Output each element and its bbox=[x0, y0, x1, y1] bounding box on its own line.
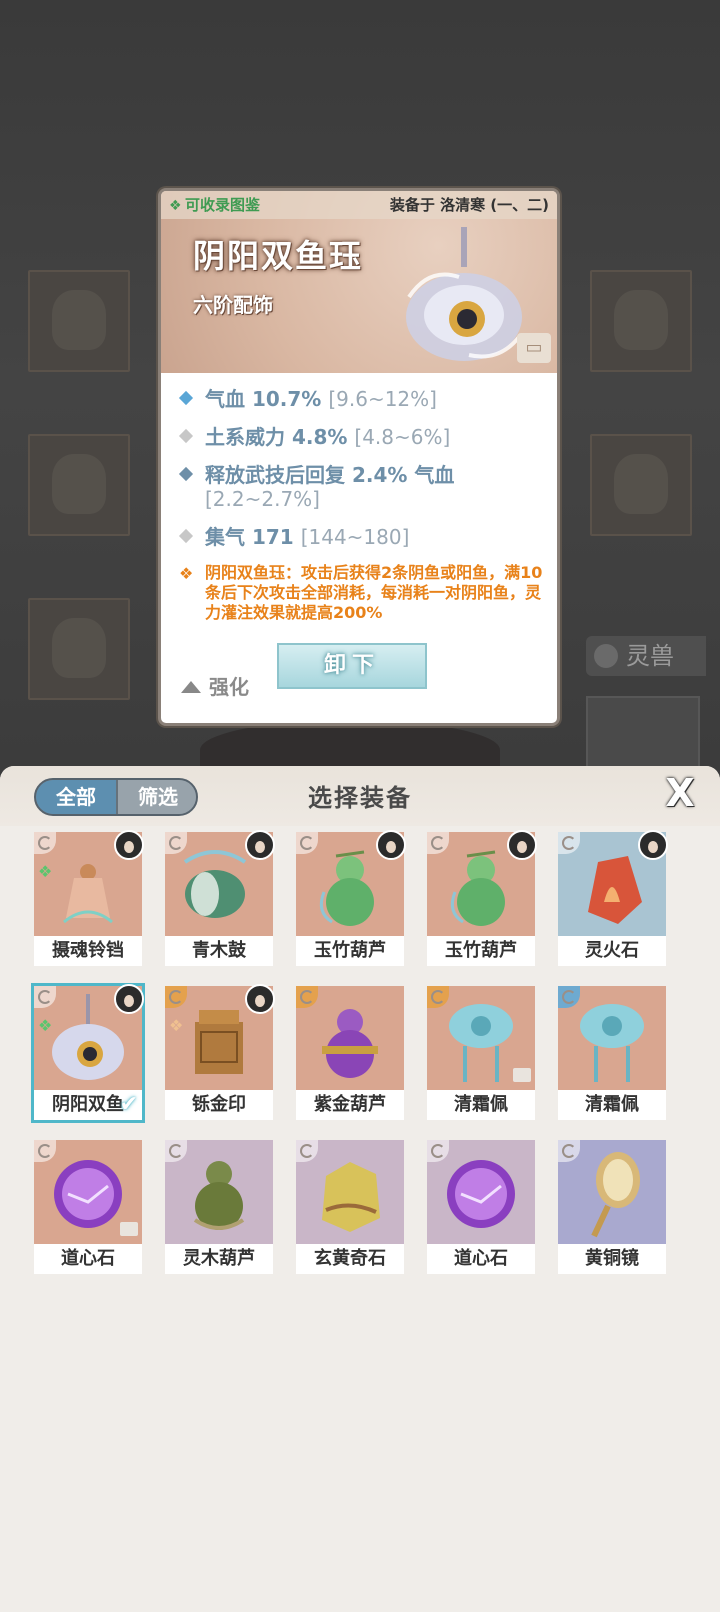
stat-value: 气血 10.7% bbox=[205, 387, 322, 411]
stat-range: [9.6~12%] bbox=[328, 387, 437, 411]
collect-icon: ❖ bbox=[169, 198, 182, 214]
item-detail-card: ❖ 可收录图鉴 装备于 洛清寒 (一、二) 阴阳双鱼珏 六阶配饰 ▭ 气血 10.… bbox=[158, 188, 560, 726]
equipped-character-avatar bbox=[376, 830, 406, 860]
equipped-character-avatar bbox=[638, 830, 668, 860]
select-equipment-panel: 全部 筛选 选择装备 X ❖ 摄魂铃铛 青木鼓 玉竹葫芦 玉竹葫芦 灵火石 ❖ 阴阳双鱼 ✔ ❖ 铄… bbox=[0, 766, 720, 1612]
equipment-item[interactable]: ❖ 阴阳双鱼 ✔ bbox=[31, 983, 145, 1123]
checkmark-icon: ✔ bbox=[119, 1092, 138, 1117]
effect-text: 阴阳双鱼珏：攻击后获得2条阴鱼或阳鱼，满10条后下次攻击全部消耗，每消耗一对阴阳… bbox=[205, 563, 543, 622]
collectible-mark-icon: ❖ bbox=[38, 1016, 53, 1035]
spirit-beast-label: 灵兽 bbox=[626, 642, 674, 670]
equipment-item-name: 清霜佩 bbox=[558, 1090, 666, 1120]
equipment-item-name: 铄金印 bbox=[165, 1090, 273, 1120]
bg-equip-slot-accessory bbox=[590, 270, 692, 372]
collectible-mark-icon: ❖ bbox=[38, 862, 53, 881]
equipped-character-avatar bbox=[507, 830, 537, 860]
equipment-item[interactable]: ❖ 摄魂铃铛 bbox=[34, 830, 144, 966]
stat-value: 集气 171 bbox=[205, 525, 294, 549]
diamond-icon bbox=[178, 466, 194, 482]
equipment-item[interactable]: 灵火石 bbox=[558, 830, 668, 966]
strengthen-button[interactable]: 强化 bbox=[181, 671, 249, 700]
equipment-item[interactable]: 玉竹葫芦 bbox=[427, 830, 537, 966]
stat-value: 释放武技后回复 2.4% 气血 bbox=[205, 463, 455, 487]
lock-icon[interactable]: ▭ bbox=[517, 333, 551, 363]
equipment-item-name: 道心石 bbox=[427, 1244, 535, 1274]
equipment-item-name: 清霜佩 bbox=[427, 1090, 535, 1120]
equipment-item[interactable]: 清霜佩 bbox=[427, 986, 535, 1120]
equipment-item-name: 青木鼓 bbox=[165, 936, 273, 966]
panel-title: 选择装备 bbox=[308, 784, 412, 812]
bg-equip-slot-boots bbox=[28, 598, 130, 700]
equipment-item[interactable]: 玄黄奇石 bbox=[296, 1140, 404, 1274]
equipment-item[interactable]: 黄铜镜 bbox=[558, 1140, 666, 1274]
collectible-label: 可收录图鉴 bbox=[185, 196, 261, 214]
lock-icon bbox=[513, 1068, 531, 1082]
equipment-item-name: 黄铜镜 bbox=[558, 1244, 666, 1274]
equipment-item[interactable]: ❖ 铄金印 bbox=[165, 984, 275, 1120]
close-icon[interactable]: X bbox=[660, 774, 700, 814]
equipment-item-name: 灵木葫芦 bbox=[165, 1244, 273, 1274]
item-grade: 六阶配饰 bbox=[193, 293, 273, 317]
lock-icon bbox=[120, 1222, 138, 1236]
arrow-up-icon bbox=[181, 680, 201, 693]
equipped-character-avatar bbox=[245, 984, 275, 1014]
bg-equip-slot-armor bbox=[28, 434, 130, 536]
equipment-item-name: 紫金葫芦 bbox=[296, 1090, 404, 1120]
equipment-item-name: 玉竹葫芦 bbox=[296, 936, 404, 966]
paw-icon bbox=[594, 644, 618, 668]
item-name: 阴阳双鱼珏 bbox=[193, 237, 364, 275]
item-stats: 气血 10.7% [9.6~12%] 土系威力 4.8% [4.8~6%] 释放… bbox=[178, 387, 551, 623]
equipment-item-name: 灵火石 bbox=[558, 936, 666, 966]
equipment-item-name: 玉竹葫芦 bbox=[427, 936, 535, 966]
collectible-mark-icon: ❖ bbox=[169, 1016, 184, 1035]
equipment-item[interactable]: 道心石 bbox=[34, 1140, 142, 1274]
stat-line: 释放武技后回复 2.4% 气血 [2.2~2.7%] bbox=[178, 463, 551, 511]
equipment-item[interactable]: 道心石 bbox=[427, 1140, 535, 1274]
diamond-icon bbox=[178, 428, 194, 444]
equipped-on-label: 装备于 洛清寒 (一、二) bbox=[389, 196, 549, 214]
strengthen-label: 强化 bbox=[209, 675, 249, 699]
diamond-icon bbox=[178, 528, 194, 544]
unequip-button[interactable]: 卸下 bbox=[277, 643, 427, 689]
stat-range: [144~180] bbox=[300, 525, 410, 549]
stat-range: [2.2~2.7%] bbox=[205, 487, 320, 511]
special-effect: ❖ 阴阳双鱼珏：攻击后获得2条阴鱼或阳鱼，满10条后下次攻击全部消耗，每消耗一对阴… bbox=[179, 563, 551, 623]
diamond-icon bbox=[178, 390, 194, 406]
effect-icon: ❖ bbox=[179, 564, 194, 583]
spirit-beast-tab: 灵兽 bbox=[586, 636, 706, 676]
bg-equip-slot-seal bbox=[590, 434, 692, 536]
equipment-item-name: 玄黄奇石 bbox=[296, 1244, 404, 1274]
stat-line: 气血 10.7% [9.6~12%] bbox=[178, 387, 551, 411]
equipment-item-name: 摄魂铃铛 bbox=[34, 936, 142, 966]
equipment-item[interactable]: 清霜佩 bbox=[558, 986, 666, 1120]
stat-line: 土系威力 4.8% [4.8~6%] bbox=[178, 425, 551, 449]
equipped-character-avatar bbox=[114, 984, 144, 1014]
equipment-item-name: 道心石 bbox=[34, 1244, 142, 1274]
bg-equip-slot-weapon bbox=[28, 270, 130, 372]
item-detail-header: ❖ 可收录图鉴 装备于 洛清寒 (一、二) 阴阳双鱼珏 六阶配饰 ▭ bbox=[161, 191, 557, 373]
stat-range: [4.8~6%] bbox=[354, 425, 451, 449]
panel-header: 全部 筛选 选择装备 X bbox=[0, 766, 720, 826]
equipment-item[interactable]: 青木鼓 bbox=[165, 830, 275, 966]
equipment-item[interactable]: 灵木葫芦 bbox=[165, 1140, 273, 1274]
stat-line: 集气 171 [144~180] bbox=[178, 525, 551, 549]
equipped-character-avatar bbox=[114, 830, 144, 860]
equipment-item[interactable]: 紫金葫芦 bbox=[296, 986, 404, 1120]
equipment-item[interactable]: 玉竹葫芦 bbox=[296, 830, 406, 966]
collectible-status: ❖ 可收录图鉴 bbox=[169, 194, 260, 215]
stat-value: 土系威力 4.8% bbox=[205, 425, 348, 449]
equipped-character-avatar bbox=[245, 830, 275, 860]
